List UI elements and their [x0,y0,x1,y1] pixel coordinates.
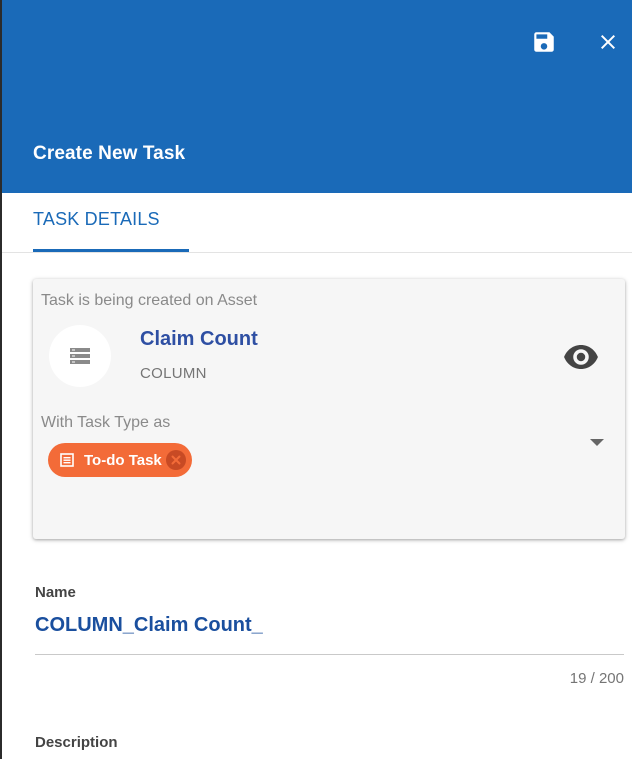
asset-avatar [49,325,111,387]
name-input-underline [35,654,624,655]
tab-bar: TASK DETAILS [2,193,632,253]
close-button[interactable] [588,22,628,62]
name-field-label: Name [35,584,76,601]
task-type-dropdown-button[interactable] [588,437,606,449]
asset-type: COLUMN [140,365,207,382]
close-icon [601,35,615,49]
list-icon [60,453,74,467]
name-char-counter: 19 / 200 [569,670,624,687]
create-task-panel: Create New Task TASK DETAILS Task is bei… [0,0,632,759]
asset-card-label: Task is being created on Asset [41,292,258,309]
task-type-label: With Task Type as [41,414,171,431]
save-button[interactable] [524,22,564,62]
name-input[interactable] [35,610,624,640]
asset-name-link[interactable]: Claim Count [140,328,258,351]
close-circle-icon[interactable] [165,450,186,470]
active-tab-indicator [33,249,189,252]
panel-header: Create New Task [2,0,632,193]
tab-task-details[interactable]: TASK DETAILS [33,209,160,230]
table-rows-icon [70,348,90,364]
save-icon [534,32,554,52]
task-type-chip[interactable]: To-do Task [48,443,192,477]
eye-icon [564,345,598,369]
task-type-chip-label: To-do Task [84,451,162,469]
asset-card: Task is being created on Asset Claim Cou… [33,279,625,539]
view-asset-button[interactable] [563,342,599,372]
description-field-label: Description [35,734,118,751]
chevron-down-icon [590,439,604,446]
page-title: Create New Task [33,143,186,164]
